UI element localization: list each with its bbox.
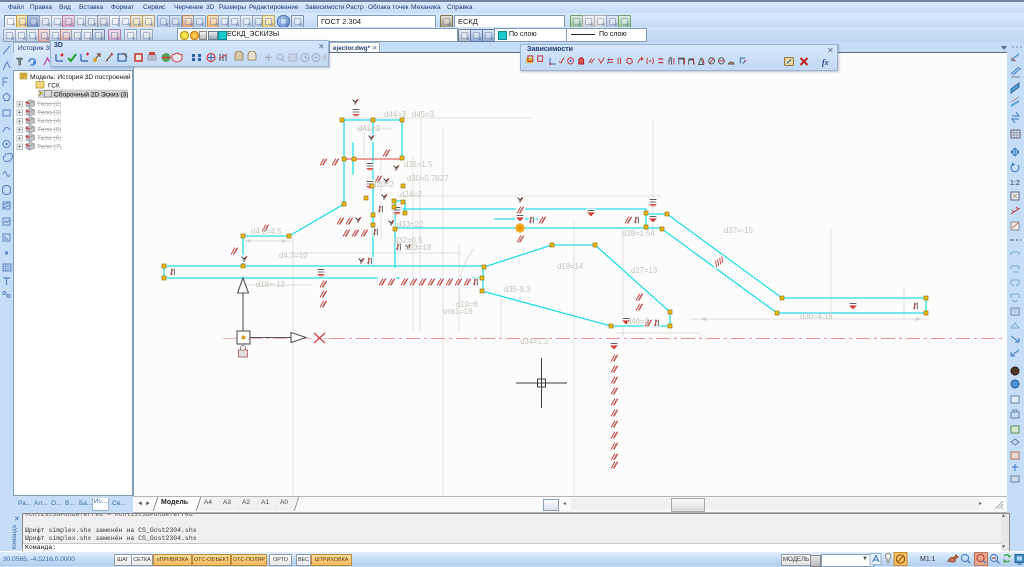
svg-text:d39=1.54: d39=1.54	[622, 229, 655, 238]
svg-text:d41=3: d41=3	[358, 124, 380, 133]
svg-text:d33=22: d33=22	[397, 220, 423, 229]
svg-text:d27=13: d27=13	[631, 266, 657, 275]
svg-text:Модель: История 3D построений: Модель: История 3D построений	[30, 73, 131, 81]
svg-text:d31=1.5: d31=1.5	[404, 160, 433, 169]
svg-text:ГСК: ГСК	[48, 83, 60, 90]
svg-text:d20=2: d20=2	[372, 180, 394, 189]
svg-text:Тело (5): Тело (5)	[37, 127, 62, 134]
svg-text:d44=3: d44=3	[384, 110, 406, 119]
svg-text:d34=1.2: d34=1.2	[520, 337, 548, 346]
svg-text:d4.3=10: d4.3=10	[279, 251, 308, 260]
svg-text:Тело (3): Тело (3)	[37, 110, 62, 117]
svg-text:d23=18: d23=18	[405, 243, 431, 252]
svg-text:d19=14: d19=14	[557, 262, 584, 271]
svg-text:d4.2=4.5: d4.2=4.5	[251, 227, 282, 236]
svg-text:Тело (7): Тело (7)	[37, 144, 62, 151]
svg-text:fx: fx	[822, 58, 829, 67]
svg-text:d35-9.3: d35-9.3	[504, 285, 530, 294]
svg-text:d40=8: d40=8	[627, 317, 649, 326]
svg-text:Тело (6): Тело (6)	[37, 135, 62, 142]
svg-text:d24=2: d24=2	[400, 190, 422, 199]
svg-text:d30=4.15: d30=4.15	[800, 312, 833, 321]
svg-text:d45=3: d45=3	[412, 110, 434, 119]
svg-text:1:2: 1:2	[1010, 180, 1020, 187]
svg-text:Тело (2): Тело (2)	[37, 101, 62, 108]
svg-text:d30=0.7827: d30=0.7827	[407, 174, 448, 183]
svg-text:отв1=16: отв1=16	[443, 307, 472, 316]
svg-text:Тело (4): Тело (4)	[37, 118, 62, 125]
svg-text:d37=-15: d37=-15	[724, 226, 753, 235]
svg-text:d18=-12: d18=-12	[256, 280, 285, 289]
svg-text:Сборочный 2D Эскиз (3): Сборочный 2D Эскиз (3)	[54, 91, 129, 99]
